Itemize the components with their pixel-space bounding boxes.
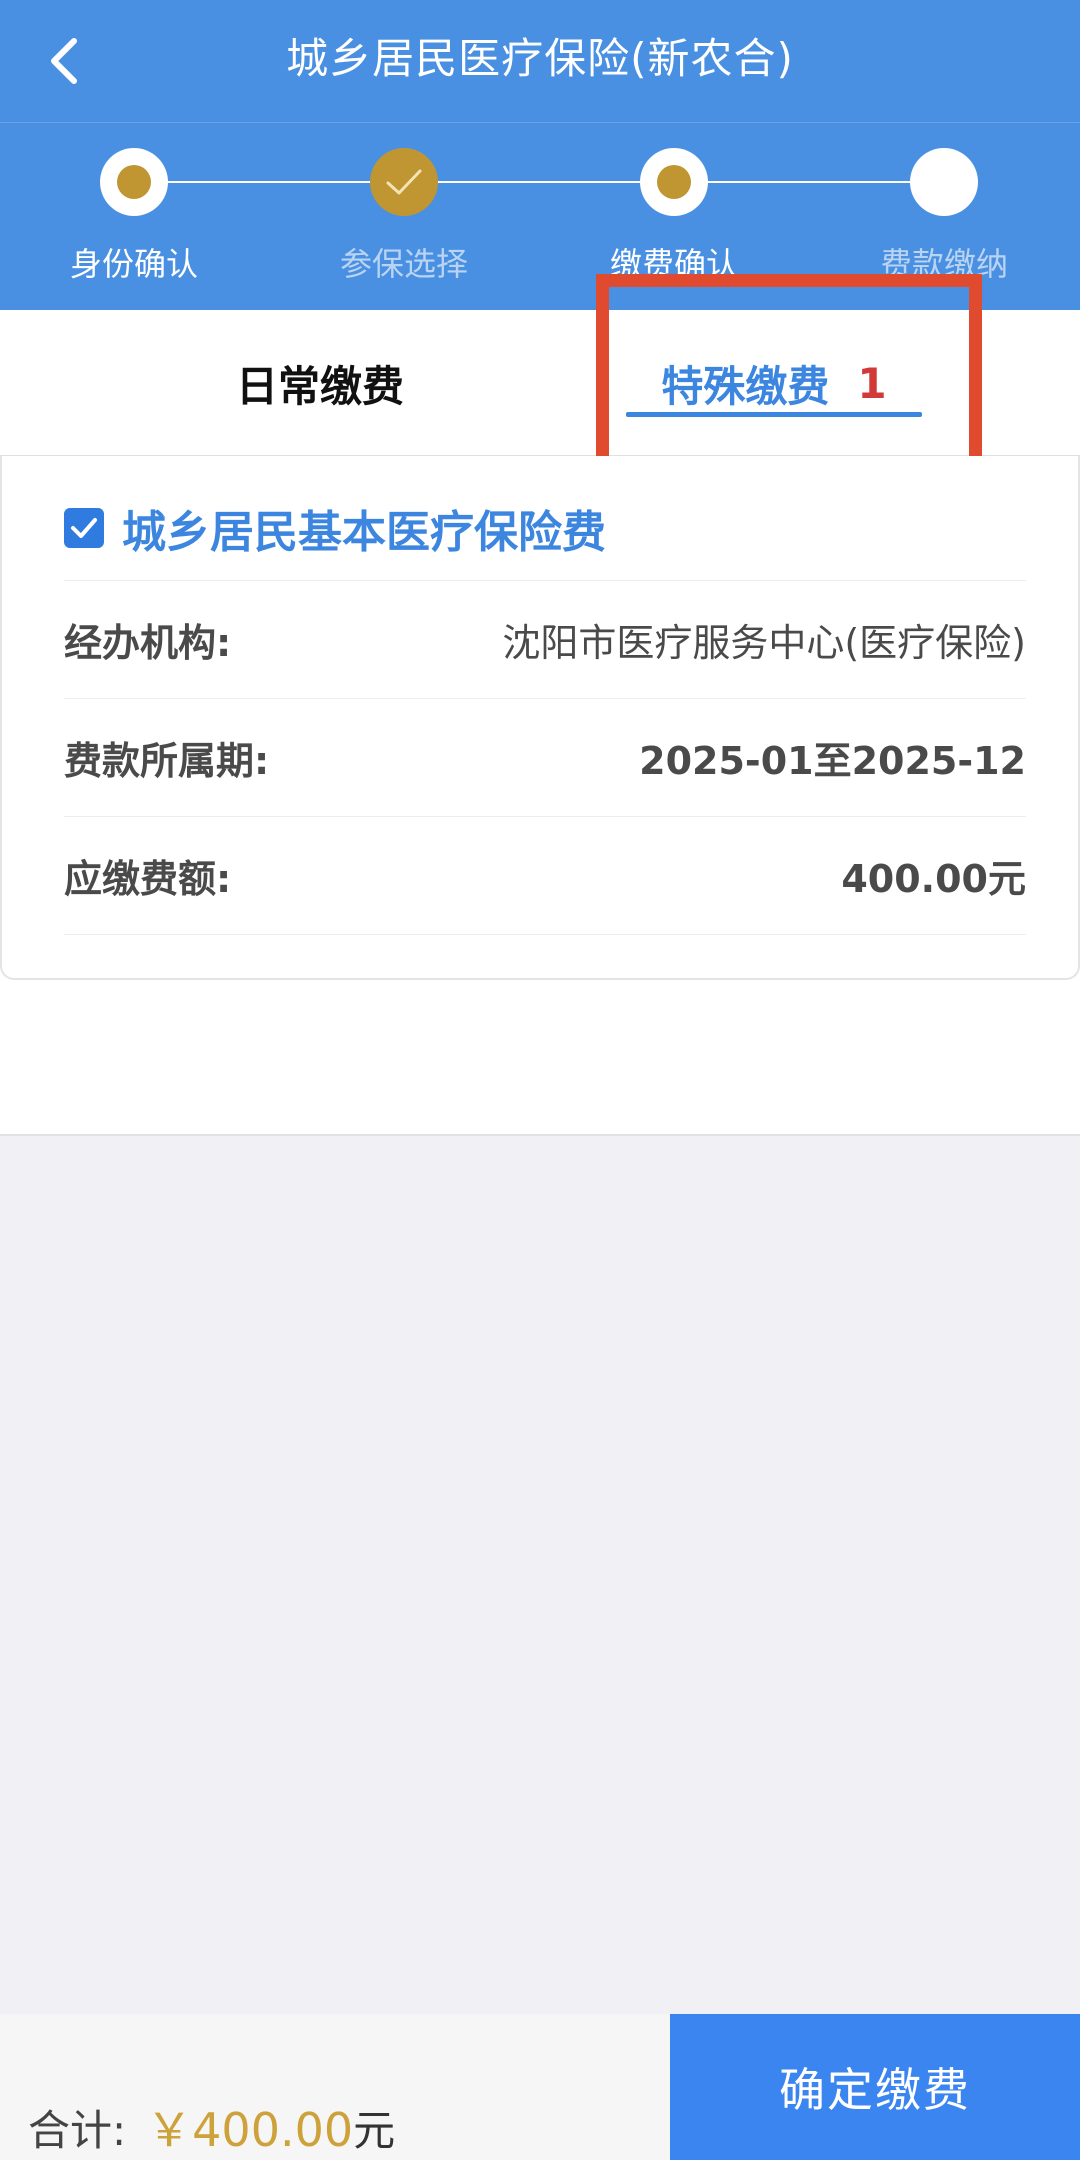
row-amount-due: 应缴费额: 400.00元	[64, 816, 1026, 934]
tab-label: 特殊缴费	[661, 361, 830, 411]
step-indicator	[370, 148, 438, 216]
active-tab-underline	[626, 412, 922, 417]
tab-count-badge: 1	[857, 358, 887, 408]
card-header: 城乡居民基本医疗保险费	[64, 478, 606, 578]
step-indicator	[100, 148, 168, 216]
tab-daily-payment[interactable]: 日常缴费	[120, 310, 520, 456]
step-indicator	[640, 148, 708, 216]
total-amount: ￥400.00	[146, 2103, 354, 2157]
step-label: 参保选择	[339, 245, 468, 283]
divider	[64, 934, 1026, 935]
app-header: 城乡居民医疗保险(新农合)	[0, 0, 1080, 122]
row-value: 沈阳市医疗服务中心(医疗保险)	[502, 621, 1026, 665]
tab-label: 日常缴费	[235, 361, 404, 411]
fee-checkbox[interactable]	[64, 508, 104, 548]
content-area: 城乡居民基本医疗保险费 经办机构: 沈阳市医疗服务中心(医疗保险) 费款所属期:…	[0, 456, 1080, 1136]
confirm-payment-button[interactable]: 确定缴费	[670, 2014, 1080, 2160]
check-icon	[386, 169, 422, 195]
fee-title: 城乡居民基本医疗保险费	[122, 507, 606, 558]
total-label: 合计:	[28, 2105, 127, 2155]
row-value: 400.00元	[841, 857, 1026, 901]
checkmark-icon	[71, 518, 97, 538]
bottom-bar: 合计: ￥400.00 元 确定缴费	[0, 2014, 1080, 2160]
row-label: 应缴费额:	[64, 857, 232, 901]
step-label: 费款缴纳	[879, 245, 1008, 283]
tab-special-payment[interactable]: 特殊缴费 1	[626, 310, 922, 456]
step-payment-confirm: 缴费确认	[574, 123, 774, 311]
total-unit: 元	[353, 2105, 396, 2155]
total-summary: 合计: ￥400.00 元	[28, 2014, 395, 2160]
row-label: 费款所属期:	[64, 739, 270, 783]
step-fee-payment: 费款缴纳	[844, 123, 1044, 311]
row-label: 经办机构:	[64, 621, 232, 665]
progress-stepper: 身份确认 参保选择 缴费确认 费款缴纳	[0, 122, 1080, 310]
row-period: 费款所属期: 2025-01至2025-12	[64, 698, 1026, 816]
step-label: 缴费确认	[609, 245, 738, 283]
step-indicator	[910, 148, 978, 216]
fee-card: 城乡居民基本医疗保险费 经办机构: 沈阳市医疗服务中心(医疗保险) 费款所属期:…	[0, 456, 1080, 980]
page-title: 城乡居民医疗保险(新农合)	[286, 34, 794, 83]
row-agency: 经办机构: 沈阳市医疗服务中心(医疗保险)	[64, 580, 1026, 698]
step-identity: 身份确认	[34, 123, 234, 311]
step-insurance-choice: 参保选择	[304, 123, 504, 311]
payment-tabs: 日常缴费 特殊缴费 1	[0, 310, 1080, 456]
step-label: 身份确认	[69, 245, 198, 283]
row-value: 2025-01至2025-12	[639, 739, 1026, 783]
